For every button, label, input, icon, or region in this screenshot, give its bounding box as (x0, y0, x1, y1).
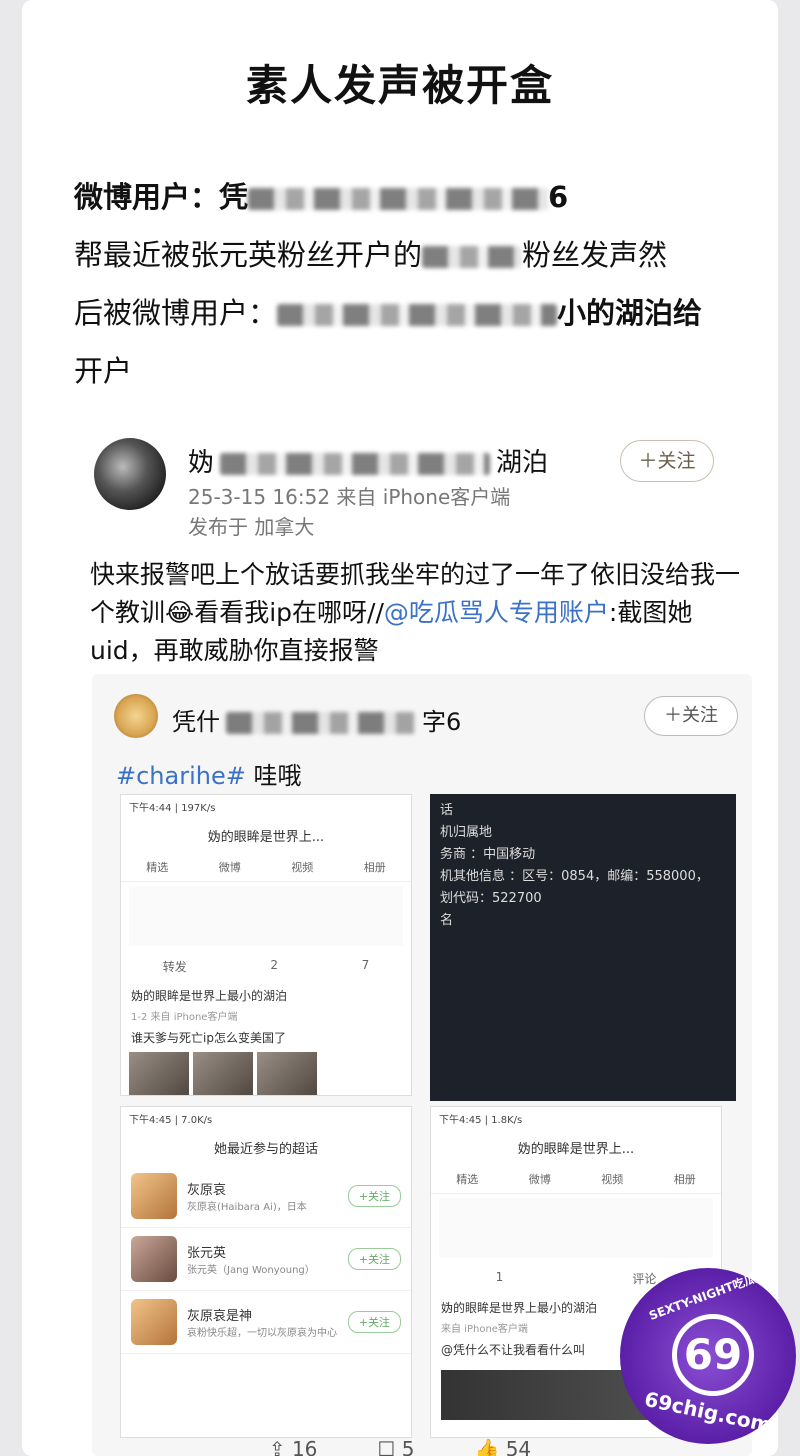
page-title: 素人发声被开盒 (245, 61, 554, 110)
blurred-repost-username (226, 712, 416, 734)
post-username[interactable]: 妫湖泊 (188, 442, 548, 479)
like-count[interactable]: 👍 54 (474, 1437, 531, 1456)
bottom-action-bar: ⇪ 16 ☐ 5 👍 54 (22, 1437, 778, 1456)
blurred-username-2 (277, 304, 558, 326)
intro-line2-head: 帮最近被张元英粉丝开户的 (74, 238, 423, 272)
watermark-logo: SEXTY-NIGHT吃瓜网 69 69chig.com (620, 1267, 796, 1444)
repost-follow-button[interactable]: ＋关注 (644, 696, 738, 736)
blurred-content (129, 886, 403, 946)
intro-line4: 开户 (74, 354, 133, 388)
user-avatar[interactable] (94, 438, 166, 510)
post-time-source: 25-3-15 16:52 来自 iPhone客户端 (188, 485, 511, 509)
repost-count[interactable]: ⇪ 16 (269, 1437, 318, 1456)
post-text: 快来报警吧上个放话要抓我坐牢的过了一年了依旧没给我一个教训😂看看我ip在哪呀//… (90, 560, 741, 665)
screen-title: 妫的眼眸是世界上... (517, 1142, 635, 1157)
mention-link[interactable]: @吃瓜骂人专用账户 (384, 598, 609, 627)
hashtag-link[interactable]: #charihe# (116, 762, 246, 790)
watermark-center-text: 69 (672, 1314, 754, 1396)
laugh-emoji: 😂 (165, 598, 195, 627)
photo-thumbnails (121, 1052, 411, 1095)
screen-tabs: 精选 微博 视频 相册 (121, 853, 411, 882)
repost-username[interactable]: 凭什 字6 (172, 702, 461, 737)
screen-sub: 1-2 来自 iPhone客户端 (131, 1012, 238, 1023)
screenshot-profile-1: 下午4:44 | 197K/s 妫的眼眸是世界上... 精选 微博 视频 相册 转发 2… (120, 794, 412, 1096)
post-meta: 25-3-15 16:52 来自 iPhone客户端 发布于 加拿大 (188, 482, 510, 542)
intro-line3-tail: 小的湖泊给 (557, 296, 703, 330)
topic-row: 张元英 张元英（Jang Wonyoung） +关注 (121, 1228, 411, 1291)
screen-title: 妫的眼眸是世界上... (207, 830, 325, 845)
blurred-post-username (220, 452, 491, 475)
status-bar: 下午4:44 | 197K/s (129, 803, 216, 814)
status-bar: 下午4:45 | 7.0K/s (129, 1115, 213, 1126)
follow-button[interactable]: ＋关注 (620, 440, 714, 482)
status-bar: 下午4:45 | 1.8K/s (439, 1115, 523, 1126)
screen-title: 她最近参与的超话 (213, 1142, 318, 1157)
intro-line1-tail: 6 (548, 180, 569, 214)
blurred-content (439, 1198, 713, 1258)
repost-avatar[interactable] (114, 694, 158, 738)
screenshot-supertopics: 下午4:45 | 7.0K/s 她最近参与的超话 灰原哀 灰原哀(Haibara … (120, 1106, 412, 1438)
intro-line1-label: 微博用户：凭 (74, 180, 249, 214)
blurred-username (248, 188, 549, 210)
post-location: 发布于 加拿大 (188, 515, 315, 539)
comment-count[interactable]: ☐ 5 (377, 1437, 414, 1456)
screen-body: 谁天爹与死亡ip怎么变美国了 (131, 1031, 286, 1045)
screen-user: 妫的眼眸是世界上最小的湖泊 (131, 989, 288, 1003)
intro-text: 微博用户：凭 6 帮最近被张元英粉丝开户的 粉丝发声然 后被微博用户： 小的湖泊给 开… (74, 168, 754, 400)
post-card: 素人发声被开盒 微博用户：凭 6 帮最近被张元英粉丝开户的 粉丝发声然 后被微博用户… (22, 0, 778, 1456)
screen-tabs: 精选 微博 视频 相册 (431, 1165, 721, 1194)
repost-text: #charihe# 哇哦 (116, 762, 302, 790)
blurred-name (422, 246, 523, 268)
screenshot-phone-lookup: 话 机归属地 务商 ：中国移动 机其他信息 ：区号：0854，邮编：558000… (430, 794, 736, 1101)
intro-line3-head: 后被微博用户： (74, 296, 278, 330)
intro-line2-tail: 粉丝发声然 (522, 238, 668, 272)
topic-row: 灰原哀是神 哀粉快乐超，一切以灰原哀为中心 +关注 (121, 1291, 411, 1354)
topic-row: 灰原哀 灰原哀(Haibara Ai)，日本 +关注 (121, 1165, 411, 1228)
action-row: 转发 2 7 (162, 958, 370, 974)
